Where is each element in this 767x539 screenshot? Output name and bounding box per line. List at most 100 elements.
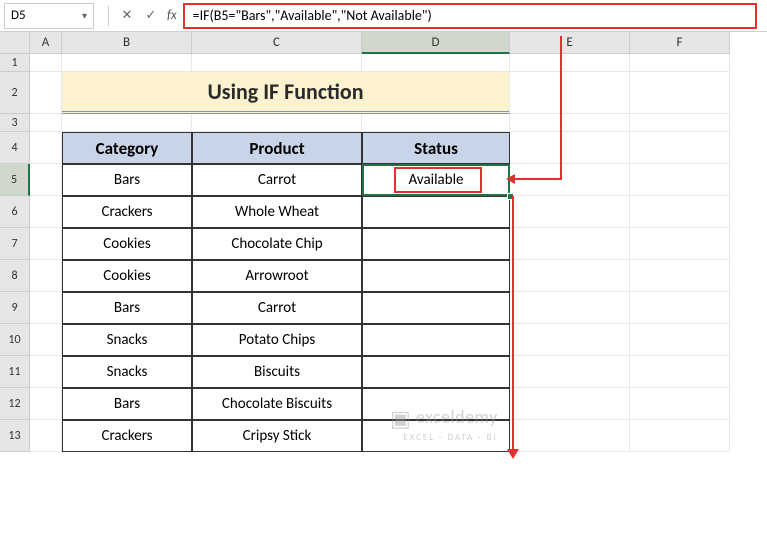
cell-product[interactable]: Cripsy Stick — [192, 420, 362, 452]
cell[interactable] — [630, 420, 730, 452]
cell[interactable] — [192, 54, 362, 72]
confirm-icon[interactable]: ✓ — [142, 7, 160, 25]
cell[interactable] — [30, 114, 62, 132]
cell[interactable] — [510, 292, 630, 324]
cell[interactable] — [630, 114, 730, 132]
col-header-E[interactable]: E — [510, 32, 630, 54]
cell[interactable] — [630, 292, 730, 324]
cell[interactable] — [510, 228, 630, 260]
cell[interactable] — [510, 420, 630, 452]
cell[interactable] — [630, 324, 730, 356]
col-header-A[interactable]: A — [30, 32, 62, 54]
chevron-down-icon[interactable]: ▾ — [82, 9, 87, 22]
title-cell[interactable]: Using IF Function — [62, 72, 510, 114]
row-header-10[interactable]: 10 — [0, 324, 30, 356]
row-header-2[interactable]: 2 — [0, 72, 30, 114]
cell[interactable] — [630, 196, 730, 228]
cell[interactable] — [30, 388, 62, 420]
cell[interactable] — [510, 388, 630, 420]
header-category[interactable]: Category — [62, 132, 192, 164]
cell-product[interactable]: Potato Chips — [192, 324, 362, 356]
cell[interactable] — [630, 164, 730, 196]
row-header-8[interactable]: 8 — [0, 260, 30, 292]
cell-category[interactable]: Snacks — [62, 356, 192, 388]
cell[interactable] — [30, 324, 62, 356]
cell[interactable] — [362, 114, 510, 132]
cell[interactable] — [30, 196, 62, 228]
row-header-1[interactable]: 1 — [0, 54, 30, 72]
cell-category[interactable]: Cookies — [62, 228, 192, 260]
cell-status[interactable] — [362, 196, 510, 228]
cell-category[interactable]: Cookies — [62, 260, 192, 292]
cell[interactable] — [62, 114, 192, 132]
cell[interactable] — [510, 54, 630, 72]
cell-product[interactable]: Biscuits — [192, 356, 362, 388]
row-header-9[interactable]: 9 — [0, 292, 30, 324]
row-header-13[interactable]: 13 — [0, 420, 30, 452]
cell[interactable] — [30, 420, 62, 452]
cell-product[interactable]: Whole Wheat — [192, 196, 362, 228]
cell-status-active[interactable]: Available — [362, 164, 510, 196]
col-header-F[interactable]: F — [630, 32, 730, 54]
col-header-D[interactable]: D — [362, 32, 510, 54]
cell-product[interactable]: Chocolate Chip — [192, 228, 362, 260]
cancel-icon[interactable]: ✕ — [118, 7, 136, 25]
cell[interactable] — [510, 196, 630, 228]
cell-status[interactable] — [362, 324, 510, 356]
cell[interactable] — [30, 292, 62, 324]
row-header-12[interactable]: 12 — [0, 388, 30, 420]
cell[interactable] — [510, 260, 630, 292]
cell-category[interactable]: Snacks — [62, 324, 192, 356]
cell[interactable] — [30, 72, 62, 114]
col-header-C[interactable]: C — [192, 32, 362, 54]
cell[interactable] — [362, 54, 510, 72]
cell[interactable] — [30, 132, 62, 164]
cell-category[interactable]: Bars — [62, 388, 192, 420]
row-header-3[interactable]: 3 — [0, 114, 30, 132]
cell[interactable] — [192, 114, 362, 132]
cell-product[interactable]: Carrot — [192, 164, 362, 196]
cell[interactable] — [30, 356, 62, 388]
cell[interactable] — [510, 324, 630, 356]
row-header-7[interactable]: 7 — [0, 228, 30, 260]
cell[interactable] — [630, 388, 730, 420]
cell-product[interactable]: Carrot — [192, 292, 362, 324]
cell[interactable] — [630, 260, 730, 292]
cell[interactable] — [630, 72, 730, 114]
col-header-B[interactable]: B — [62, 32, 192, 54]
cell-category[interactable]: Crackers — [62, 420, 192, 452]
cell-category[interactable]: Bars — [62, 292, 192, 324]
row-header-4[interactable]: 4 — [0, 132, 30, 164]
formula-input[interactable]: =IF(B5="Bars","Available","Not Available… — [183, 3, 757, 29]
cell[interactable] — [30, 228, 62, 260]
cell[interactable] — [630, 356, 730, 388]
cell-category[interactable]: Bars — [62, 164, 192, 196]
cell-product[interactable]: Chocolate Biscuits — [192, 388, 362, 420]
header-product[interactable]: Product — [192, 132, 362, 164]
cell-status[interactable] — [362, 260, 510, 292]
cell-status[interactable] — [362, 356, 510, 388]
row-header-5[interactable]: 5 — [0, 164, 30, 196]
cell-status[interactable] — [362, 292, 510, 324]
header-status[interactable]: Status — [362, 132, 510, 164]
cell[interactable] — [30, 54, 62, 72]
cell-status[interactable] — [362, 228, 510, 260]
row-header-11[interactable]: 11 — [0, 356, 30, 388]
cell[interactable] — [510, 132, 630, 164]
cell[interactable] — [630, 228, 730, 260]
fx-icon[interactable]: fx — [167, 8, 177, 23]
cell[interactable] — [510, 356, 630, 388]
cell[interactable] — [510, 164, 630, 196]
cell-product[interactable]: Arrowroot — [192, 260, 362, 292]
cell[interactable] — [510, 114, 630, 132]
cell[interactable] — [62, 54, 192, 72]
name-box[interactable]: D5 ▾ — [4, 3, 94, 29]
cell-category[interactable]: Crackers — [62, 196, 192, 228]
cell[interactable] — [630, 132, 730, 164]
cell[interactable] — [30, 260, 62, 292]
cell[interactable] — [510, 72, 630, 114]
select-all-corner[interactable] — [0, 32, 30, 54]
cell[interactable] — [630, 54, 730, 72]
cell[interactable] — [30, 164, 62, 196]
row-header-6[interactable]: 6 — [0, 196, 30, 228]
